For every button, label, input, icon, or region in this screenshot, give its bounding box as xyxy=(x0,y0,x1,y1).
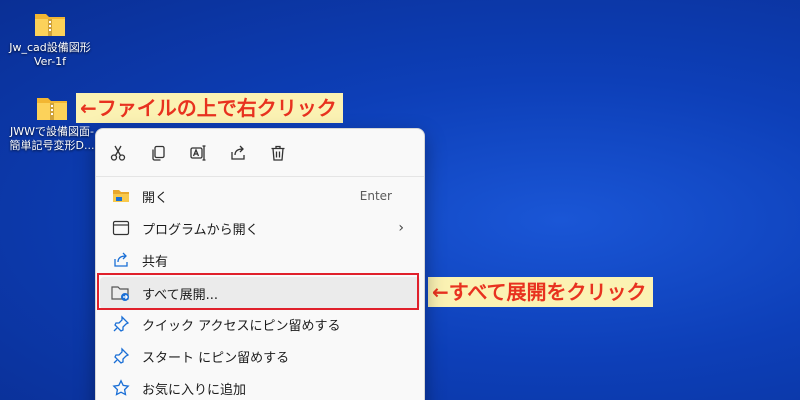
open-with-icon xyxy=(110,217,132,239)
menu-item-add-favorites[interactable]: お気に入りに追加 xyxy=(100,372,420,400)
menu-item-label: すべて展開... xyxy=(142,287,218,303)
zip-folder-icon xyxy=(37,98,67,120)
menu-item-shortcut: Enter xyxy=(359,189,392,203)
menu-item-open-with[interactable]: プログラムから開く › xyxy=(100,212,420,244)
menu-item-open[interactable]: 開く Enter xyxy=(100,180,420,212)
menu-item-label: スタート にピン留めする xyxy=(142,350,290,366)
delete-icon[interactable] xyxy=(266,141,290,165)
cut-icon[interactable] xyxy=(106,141,130,165)
extract-all-icon xyxy=(110,282,132,304)
rename-icon[interactable] xyxy=(186,141,210,165)
zip-folder-icon xyxy=(35,14,65,36)
annotation-extract-all: ←すべて展開をクリック xyxy=(428,277,653,307)
menu-item-label: 共有 xyxy=(142,254,169,270)
menu-item-label: クイック アクセスにピン留めする xyxy=(142,318,341,334)
folder-open-icon xyxy=(110,185,132,207)
annotation-right-click: ←ファイルの上で右クリック xyxy=(76,93,343,123)
share-icon[interactable] xyxy=(226,141,250,165)
context-menu: 開く Enter プログラムから開く › 共有 すべて展開... クイック アク… xyxy=(95,128,425,400)
menu-item-extract-all[interactable]: すべて展開... xyxy=(100,277,420,309)
desktop-icon-label: Jw_cad設備図形 Ver-1f xyxy=(9,41,91,68)
menu-item-pin-start[interactable]: スタート にピン留めする xyxy=(100,340,420,372)
menu-item-label: 開く xyxy=(142,190,169,206)
star-icon xyxy=(110,377,132,399)
chevron-right-icon: › xyxy=(398,220,404,236)
menu-item-share[interactable]: 共有 xyxy=(100,244,420,276)
menu-item-pin-quick-access[interactable]: クイック アクセスにピン留めする xyxy=(100,308,420,340)
menu-item-label: お気に入りに追加 xyxy=(142,382,247,398)
pin-icon xyxy=(110,345,132,367)
desktop-icon-label: JWWで設備図面- 簡単記号変形D... xyxy=(9,125,95,152)
share-icon xyxy=(110,249,132,271)
context-menu-toolbar xyxy=(96,129,424,177)
menu-item-label: プログラムから開く xyxy=(142,222,259,238)
copy-icon[interactable] xyxy=(146,141,170,165)
pin-icon xyxy=(110,313,132,335)
desktop-icon-jwcad-zip[interactable]: Jw_cad設備図形 Ver-1f xyxy=(6,10,94,69)
